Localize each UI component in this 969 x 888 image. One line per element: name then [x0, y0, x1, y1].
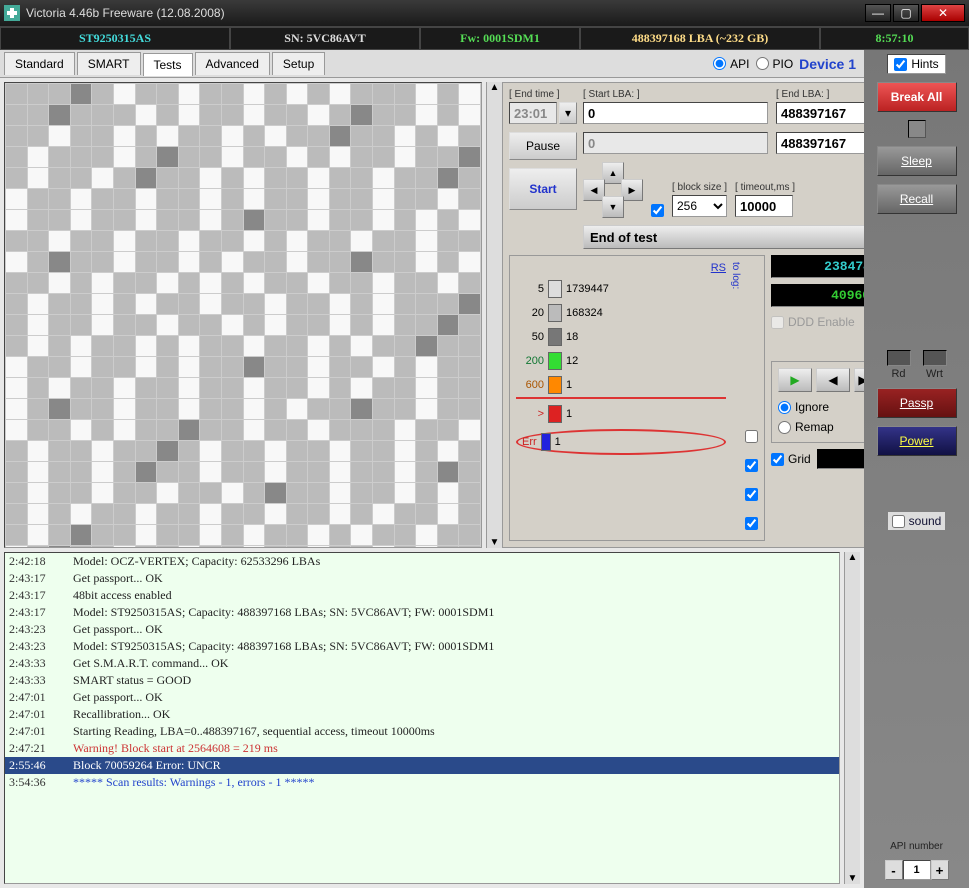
log-line[interactable]: 3:54:36***** Scan results: Warnings - 1,…: [5, 774, 839, 791]
recall-button[interactable]: Recall: [877, 184, 957, 214]
tab-standard[interactable]: Standard: [4, 52, 75, 75]
tab-smart[interactable]: SMART: [77, 52, 141, 75]
api-number-spinner[interactable]: - 1 +: [885, 860, 949, 880]
start-lba-field[interactable]: [583, 102, 768, 124]
end-time-label: [ End time ]: [509, 89, 577, 100]
radio-api[interactable]: API: [713, 57, 749, 71]
close-button[interactable]: ✕: [921, 4, 965, 22]
activity-led: [908, 120, 926, 138]
log-line[interactable]: 2:55:46Block 70059264 Error: UNCR: [5, 757, 839, 774]
sound-check[interactable]: sound: [888, 512, 946, 530]
radio-pio[interactable]: PIO: [756, 57, 794, 71]
sleep-button[interactable]: Sleep: [877, 146, 957, 176]
timeout-field[interactable]: [735, 195, 793, 217]
titlebar: Victoria 4.46b Freeware (12.08.2008) — ▢…: [0, 0, 969, 26]
end-time-field[interactable]: [509, 102, 557, 124]
tolog-label: to log:: [730, 262, 741, 534]
rd-wrt-leds: Rd Wrt: [887, 350, 947, 380]
blocksize-label: [ block size ]: [672, 182, 727, 193]
break-all-button[interactable]: Break All: [877, 82, 957, 112]
power-button[interactable]: Power: [877, 426, 957, 456]
drive-sn: SN: 5VC86AVT: [230, 27, 420, 50]
play-button[interactable]: ▶: [778, 368, 812, 392]
app-icon: [4, 5, 20, 21]
api-number-label: API number: [890, 841, 943, 852]
scan-scrollbar[interactable]: ▲▼: [486, 82, 502, 548]
end-time-spin[interactable]: ▾: [559, 102, 577, 124]
tab-setup[interactable]: Setup: [272, 52, 325, 75]
nav-check[interactable]: [651, 204, 664, 217]
api-num-minus[interactable]: -: [885, 860, 903, 880]
log-line[interactable]: 2:43:17Model: ST9250315AS; Capacity: 488…: [5, 604, 839, 621]
start-button[interactable]: Start: [509, 168, 577, 210]
rev-button[interactable]: ◀: [816, 368, 850, 392]
clock: 8:57:10: [820, 27, 969, 50]
log-line[interactable]: 2:47:01Starting Reading, LBA=0..48839716…: [5, 723, 839, 740]
tab-tests[interactable]: Tests: [143, 53, 193, 76]
rs-link[interactable]: RS: [711, 262, 726, 274]
window-title: Victoria 4.46b Freeware (12.08.2008): [26, 6, 865, 20]
radio-ignore[interactable]: Ignore: [778, 400, 865, 414]
log-panel[interactable]: 2:42:18Model: OCZ-VERTEX; Capacity: 6253…: [4, 552, 840, 884]
log-check-err[interactable]: [745, 517, 758, 530]
scan-map: [4, 82, 482, 548]
log-line[interactable]: 2:43:33SMART status = GOOD: [5, 672, 839, 689]
nav-cross[interactable]: ▲ ◀ ▶ ▼: [583, 162, 643, 217]
timing-stats: RS 51739447 20168324 5018 20012 6001 >1 …: [509, 255, 765, 541]
drive-model: ST9250315AS: [0, 27, 230, 50]
drive-info-bar: ST9250315AS SN: 5VC86AVT Fw: 0001SDM1 48…: [0, 26, 969, 50]
drive-fw: Fw: 0001SDM1: [420, 27, 580, 50]
grid-check[interactable]: Grid: [771, 452, 811, 466]
log-line[interactable]: 2:47:01Get passport... OK: [5, 689, 839, 706]
timeout-label: [ timeout,ms ]: [735, 182, 795, 193]
tab-bar: Standard SMART Tests Advanced Setup API …: [0, 50, 864, 78]
log-check-gt[interactable]: [745, 488, 758, 501]
blocksize-select[interactable]: 256: [672, 195, 727, 217]
log-line[interactable]: 2:43:33Get S.M.A.R.T. command... OK: [5, 655, 839, 672]
log-line[interactable]: 2:43:23Get passport... OK: [5, 621, 839, 638]
pause-button[interactable]: Pause: [509, 132, 577, 160]
side-panel: Hints Break All Sleep Recall Rd Wrt Pass…: [864, 50, 969, 888]
drive-lba: 488397168 LBA (~232 GB): [580, 27, 820, 50]
start-lba-label: [ Start LBA: ]: [583, 89, 768, 100]
passp-button[interactable]: Passp: [877, 388, 957, 418]
start-lba2-field[interactable]: [583, 132, 768, 154]
log-line[interactable]: 2:43:17Get passport... OK: [5, 570, 839, 587]
api-num-plus[interactable]: +: [931, 860, 949, 880]
maximize-button[interactable]: ▢: [893, 4, 919, 22]
log-line[interactable]: 2:43:1748bit access enabled: [5, 587, 839, 604]
log-check-200[interactable]: [745, 430, 758, 443]
log-line[interactable]: 2:42:18Model: OCZ-VERTEX; Capacity: 6253…: [5, 553, 839, 570]
hints-check[interactable]: Hints: [887, 54, 945, 74]
minimize-button[interactable]: —: [865, 4, 891, 22]
log-scrollbar[interactable]: ▲▼: [844, 552, 860, 884]
log-line[interactable]: 2:47:01Recallibration... OK: [5, 706, 839, 723]
radio-remap[interactable]: Remap: [778, 420, 865, 434]
ddd-check[interactable]: DDD Enable: [771, 315, 855, 329]
tab-advanced[interactable]: Advanced: [195, 52, 270, 75]
log-line[interactable]: 2:47:21Warning! Block start at 2564608 =…: [5, 740, 839, 757]
log-line[interactable]: 2:43:23Model: ST9250315AS; Capacity: 488…: [5, 638, 839, 655]
device-label[interactable]: Device 1: [799, 56, 856, 72]
log-check-600[interactable]: [745, 459, 758, 472]
